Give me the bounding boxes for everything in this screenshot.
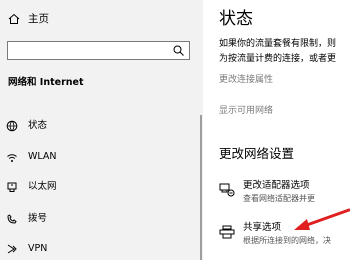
change-network-settings-heading: 更改网络设置	[219, 146, 295, 161]
show-available-networks-link[interactable]: 显示可用网络	[219, 105, 273, 117]
sidebar-item-home[interactable]: 主页	[0, 0, 203, 38]
phone-icon	[7, 214, 17, 224]
page-title: 状态	[219, 9, 253, 29]
option-description: 根据所连接到的网络，决	[243, 236, 331, 245]
sidebar-scrollbar[interactable]	[200, 115, 202, 260]
sidebar-item-label: 拨号	[28, 213, 48, 224]
search-icon	[173, 45, 184, 56]
option-title: 共享选项	[243, 222, 282, 233]
description-line-1: 如果你的流量套餐有限制，则	[219, 39, 337, 49]
sidebar-home-label: 主页	[28, 13, 49, 25]
sidebar: 主页 网络和 Internet 状态 WLAN 以太网 拨号 VPN	[0, 0, 203, 260]
option-title: 更改适配器选项	[243, 180, 310, 191]
sidebar-item-ethernet[interactable]: 以太网	[0, 174, 203, 202]
globe-icon	[6, 120, 18, 132]
change-adapter-options[interactable]: 更改适配器选项 查看网络适配器并更	[219, 180, 350, 210]
description-line-2: 为按流量计费的连接，或者更	[219, 54, 337, 64]
metered-description: 如果你的流量套餐有限制，则 为按流量计费的连接，或者更	[219, 37, 336, 67]
sidebar-item-label: VPN	[28, 243, 48, 254]
sharing-icon	[219, 225, 235, 239]
sidebar-item-status[interactable]: 状态	[0, 113, 203, 141]
change-connection-properties-link[interactable]: 更改连接属性	[219, 74, 273, 86]
home-icon	[8, 13, 20, 24]
sidebar-item-label: 以太网	[28, 181, 57, 192]
adapter-icon	[219, 183, 235, 197]
search-input[interactable]	[7, 41, 190, 60]
sharing-options[interactable]: 共享选项 根据所连接到的网络，决	[219, 222, 350, 252]
main-content: 状态 如果你的流量套餐有限制，则 为按流量计费的连接，或者更 更改连接属性 显示…	[203, 0, 350, 260]
sidebar-section-title: 网络和 Internet	[8, 77, 84, 88]
sidebar-item-label: 状态	[28, 120, 48, 131]
sidebar-item-dialup[interactable]: 拨号	[0, 206, 203, 234]
ethernet-icon	[7, 182, 17, 192]
option-description: 查看网络适配器并更	[243, 194, 315, 203]
sidebar-item-wlan[interactable]: WLAN	[0, 144, 203, 172]
wifi-icon	[7, 154, 17, 162]
vpn-icon	[7, 244, 17, 254]
sidebar-item-label: WLAN	[28, 151, 57, 162]
